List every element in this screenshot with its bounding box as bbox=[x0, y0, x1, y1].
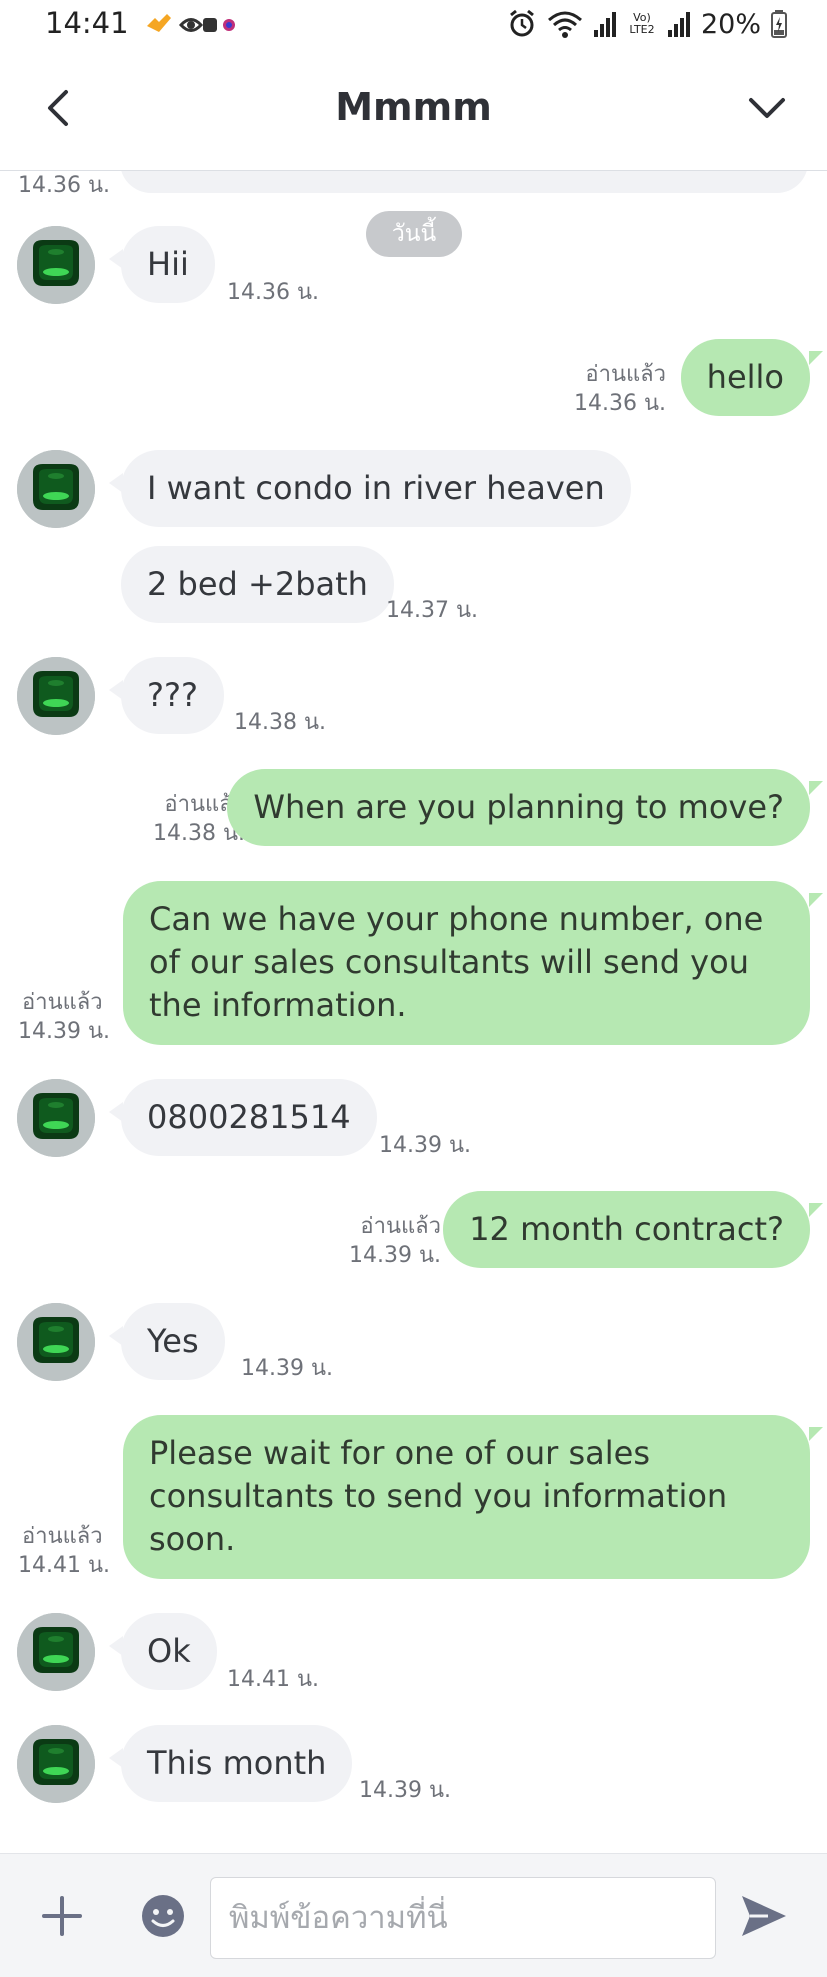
avatar[interactable] bbox=[17, 657, 95, 735]
green-gem-avatar-icon bbox=[17, 1613, 95, 1691]
signal-icon-1 bbox=[593, 12, 616, 37]
status-bar: 14:41 Vo) LTE2 20% bbox=[0, 0, 827, 50]
message-time: 14.39 น. bbox=[359, 1778, 452, 1803]
send-button[interactable] bbox=[738, 1892, 790, 1940]
chat-area[interactable]: 14.36 น. วันนี้ Hii 14.36 น. อ่านแล้ว 14… bbox=[0, 171, 827, 1853]
message-bubble[interactable]: 12 month contract? bbox=[443, 1191, 810, 1268]
plus-icon bbox=[42, 1896, 82, 1936]
input-bar bbox=[0, 1853, 827, 1977]
message-bubble[interactable]: I want condo in river heaven bbox=[121, 450, 631, 527]
notification-icons bbox=[145, 12, 245, 38]
read-receipt: อ่านแล้ว bbox=[22, 990, 103, 1015]
green-gem-avatar-icon bbox=[17, 1079, 95, 1157]
green-gem-avatar-icon bbox=[17, 1725, 95, 1803]
emoji-icon bbox=[142, 1895, 184, 1937]
message-time: 14.41 น. bbox=[227, 1667, 320, 1692]
message-bubble[interactable]: Please wait for one of our sales consult… bbox=[123, 1415, 810, 1579]
avatar[interactable] bbox=[17, 1725, 95, 1803]
message-time: 14.36 น. bbox=[573, 391, 666, 416]
network-label: Vo) LTE2 bbox=[629, 11, 655, 36]
message-bubble[interactable]: When are you planning to move? bbox=[227, 769, 810, 846]
message-bubble[interactable]: 0800281514 bbox=[121, 1079, 377, 1156]
message-time: 14.41 น. bbox=[18, 1553, 111, 1578]
date-chip: วันนี้ bbox=[366, 211, 462, 257]
chat-menu-button[interactable] bbox=[737, 80, 797, 136]
add-attachment-button[interactable] bbox=[38, 1892, 86, 1940]
emoji-button[interactable] bbox=[139, 1892, 187, 1940]
chat-header: Mmmm bbox=[0, 50, 827, 171]
bubble-tail bbox=[809, 1203, 823, 1217]
message-bubble[interactable]: Can we have your phone number, one of ou… bbox=[123, 881, 810, 1045]
status-right: Vo) LTE2 20% bbox=[507, 6, 787, 42]
avatar[interactable] bbox=[17, 1303, 95, 1381]
green-gem-avatar-icon bbox=[17, 1303, 95, 1381]
message-time: 14.39 น. bbox=[379, 1133, 472, 1158]
read-receipt: อ่านแล้ว bbox=[22, 1524, 103, 1549]
bubble-tail bbox=[809, 351, 823, 365]
message-time-partial: 14.36 น. bbox=[18, 173, 111, 198]
status-time: 14:41 bbox=[45, 6, 129, 40]
signal-icon-2 bbox=[667, 12, 690, 37]
message-bubble[interactable]: 2 bed +2bath bbox=[121, 546, 394, 623]
eye-icon bbox=[178, 18, 204, 32]
read-receipt: อ่านแล้ว bbox=[360, 1214, 441, 1239]
bubble-tail bbox=[809, 893, 823, 907]
avatar[interactable] bbox=[17, 226, 95, 304]
battery-icon bbox=[771, 10, 787, 38]
avatar[interactable] bbox=[17, 1079, 95, 1157]
bubble-tail bbox=[809, 1427, 823, 1441]
message-bubble[interactable]: This month bbox=[121, 1725, 353, 1802]
green-gem-avatar-icon bbox=[17, 226, 95, 304]
read-receipt: อ่านแล้ว bbox=[585, 362, 666, 387]
chevron-down-icon bbox=[749, 98, 785, 118]
green-gem-avatar-icon bbox=[17, 657, 95, 735]
message-bubble[interactable]: Ok bbox=[121, 1613, 217, 1690]
message-time: 14.39 น. bbox=[241, 1356, 334, 1381]
message-time: 14.36 น. bbox=[227, 280, 320, 305]
bubble-tail bbox=[809, 781, 823, 795]
message-bubble[interactable]: Hii bbox=[121, 226, 215, 303]
message-time: 14.39 น. bbox=[348, 1243, 441, 1268]
chat-title: Mmmm bbox=[335, 85, 492, 129]
message-bubble[interactable]: Yes bbox=[121, 1303, 225, 1380]
message-time: 14.38 น. bbox=[234, 710, 327, 735]
send-icon bbox=[742, 1896, 786, 1936]
message-bubble[interactable]: ??? bbox=[121, 657, 224, 734]
avatar[interactable] bbox=[17, 450, 95, 528]
message-time: 14.39 น. bbox=[18, 1019, 111, 1044]
green-gem-avatar-icon bbox=[17, 450, 95, 528]
message-input[interactable] bbox=[210, 1877, 716, 1959]
avatar[interactable] bbox=[17, 1613, 95, 1691]
message-bubble[interactable]: hello bbox=[680, 339, 810, 416]
messenger-icon bbox=[203, 18, 217, 32]
alarm-icon bbox=[510, 9, 534, 37]
message-bubble-partial bbox=[120, 171, 808, 193]
message-time: 14.37 น. bbox=[386, 598, 479, 623]
wifi-icon bbox=[547, 11, 582, 38]
app-notification-icon bbox=[147, 14, 171, 32]
battery-percent: 20% bbox=[700, 8, 761, 40]
dot-icon bbox=[223, 19, 235, 31]
